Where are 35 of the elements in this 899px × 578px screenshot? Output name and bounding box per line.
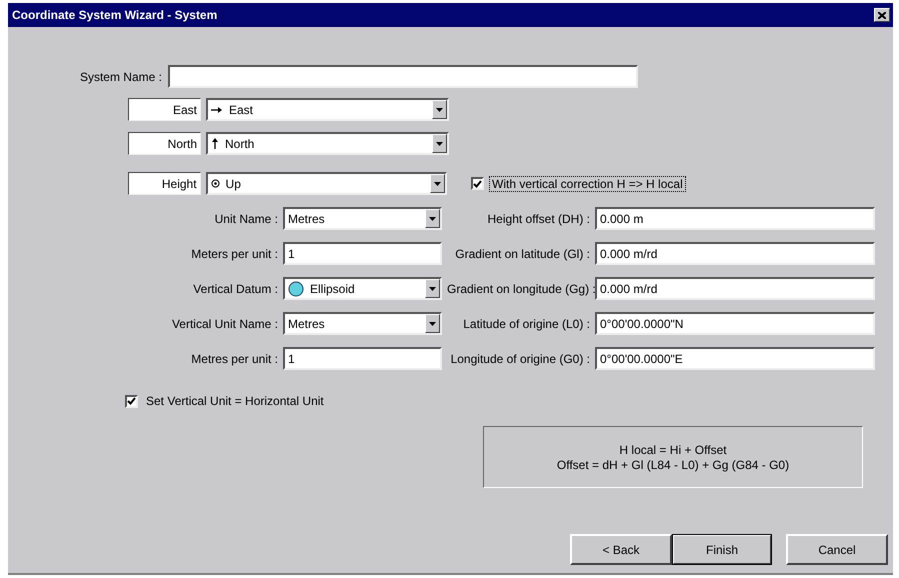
input-field[interactable]: 0°00'00.0000"N bbox=[595, 312, 875, 335]
default-button[interactable]: Finish bbox=[672, 534, 772, 565]
field-label: Height offset (DH) : bbox=[486, 212, 591, 226]
checkbox-label: With vertical correction H => H local bbox=[490, 176, 685, 190]
input-field[interactable]: 0.000 m/rd bbox=[595, 242, 875, 265]
wizard-button[interactable]: Cancel bbox=[786, 534, 888, 565]
formula-text: H local = Hi + Offset bbox=[619, 442, 727, 456]
field-label: Longitude of origine (G0) : bbox=[450, 352, 591, 366]
direction-dropdown[interactable]: Up bbox=[206, 172, 447, 195]
field-label: Gradient on longitude (Gg) : bbox=[447, 282, 595, 296]
formula-text: Offset = dH + Gl (L84 - L0) + Gg (G84 - G0) bbox=[556, 458, 790, 472]
field-label: Meters per unit : bbox=[190, 246, 279, 260]
input-field[interactable]: 0.000 m/rd bbox=[595, 277, 875, 300]
field-label: Metres per unit : bbox=[190, 352, 279, 366]
dropdown[interactable]: Ellipsoid bbox=[283, 277, 442, 300]
dropdown[interactable]: Metres bbox=[283, 207, 442, 230]
field-label: Vertical Unit Name : bbox=[170, 316, 279, 330]
dropdown[interactable]: Metres bbox=[283, 312, 442, 335]
axis-name-field[interactable]: Height bbox=[128, 172, 201, 195]
field-label: Gradient on latitude (Gl) : bbox=[454, 246, 591, 260]
checkbox-label: Set Vertical Unit = Horizontal Unit bbox=[146, 394, 324, 408]
input-field[interactable]: 1 bbox=[283, 347, 442, 370]
direction-dropdown[interactable]: North bbox=[206, 132, 449, 155]
input-field[interactable]: 0.000 m bbox=[595, 207, 875, 230]
field-label: System Name : bbox=[78, 70, 162, 84]
input-field[interactable]: 1 bbox=[283, 242, 442, 265]
field-label: Vertical Datum : bbox=[192, 282, 279, 296]
axis-name-field[interactable]: North bbox=[128, 132, 201, 155]
wizard-button[interactable]: < Back bbox=[570, 534, 672, 565]
field-label: Latitude of origine (L0) : bbox=[462, 316, 591, 330]
input-field[interactable]: 0°00'00.0000"E bbox=[595, 347, 875, 370]
window-title: Coordinate System Wizard - System bbox=[12, 8, 218, 22]
field-label: Unit Name : bbox=[214, 212, 279, 226]
axis-name-field[interactable]: East bbox=[128, 98, 201, 121]
direction-dropdown[interactable]: East bbox=[206, 98, 449, 121]
